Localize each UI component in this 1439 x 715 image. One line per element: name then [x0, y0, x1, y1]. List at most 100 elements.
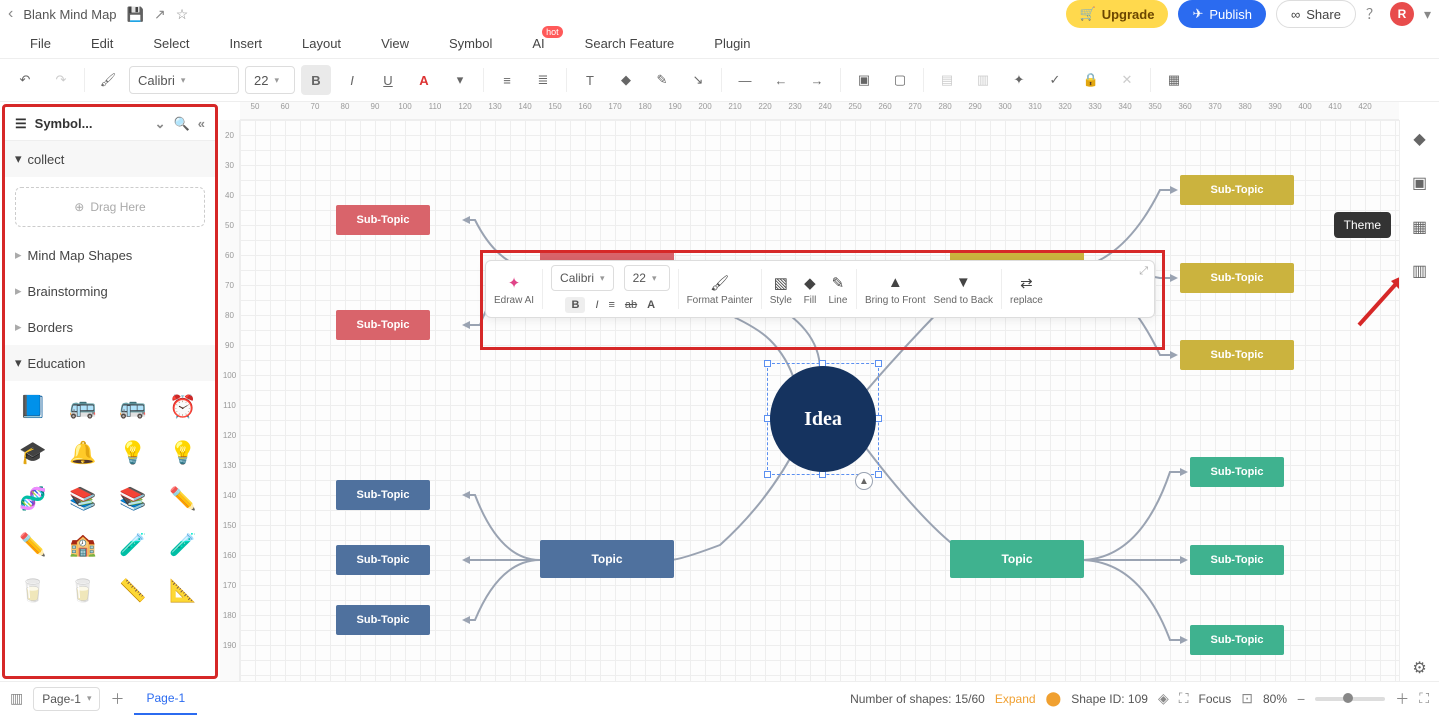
mini-replace[interactable]: ⇄ replace [1010, 265, 1043, 313]
edu-icon[interactable]: 🧪 [115, 527, 151, 563]
mini-bold-button[interactable]: B [565, 297, 585, 313]
edu-icon[interactable]: 🧬 [15, 481, 51, 517]
edu-icon[interactable]: 🎓 [15, 435, 51, 471]
group-icon[interactable]: ▢ [885, 65, 915, 95]
zoom-slider[interactable] [1315, 697, 1385, 701]
mini-format-painter[interactable]: 🖌 Format Painter [687, 265, 753, 313]
section-brainstorming[interactable]: ▸Brainstorming [5, 273, 215, 309]
line-style-icon[interactable]: — [730, 65, 760, 95]
page-setup-icon[interactable]: ▦ [1159, 65, 1189, 95]
help-icon[interactable]: ？ [1366, 4, 1380, 24]
subtopic-node[interactable]: Sub-Topic [1180, 175, 1294, 205]
topic-node[interactable]: Topic [540, 540, 674, 578]
upgrade-button[interactable]: 🛒 Upgrade [1066, 0, 1169, 28]
mini-align-button[interactable]: ≡ [609, 299, 615, 311]
connector-icon[interactable]: ↘ [683, 65, 713, 95]
format-painter-icon[interactable]: 🖌 [93, 65, 123, 95]
drag-here-area[interactable]: ⊕Drag Here [15, 187, 205, 227]
menu-search-feature[interactable]: Search Feature [585, 36, 675, 51]
edu-icon[interactable]: 🥛 [65, 573, 101, 609]
section-education[interactable]: ▾Education [5, 345, 215, 381]
sidebar-expand-icon[interactable]: ⌄ [155, 116, 166, 132]
undo-icon[interactable]: ↶ [10, 65, 40, 95]
align-icon[interactable]: ▤ [932, 65, 962, 95]
subtopic-node[interactable]: Sub-Topic [336, 545, 430, 575]
menu-file[interactable]: File [30, 36, 51, 51]
subtopic-node[interactable]: Sub-Topic [336, 310, 430, 340]
menu-plugin[interactable]: Plugin [714, 36, 750, 51]
edraw-ai-button[interactable]: ✦ Edraw AI [494, 265, 534, 313]
avatar-menu-icon[interactable]: ▾ [1424, 6, 1431, 23]
subtopic-node[interactable]: Sub-Topic [1190, 457, 1284, 487]
warning-icon[interactable]: ⬤ [1046, 690, 1062, 707]
line-spacing-icon[interactable]: ≣ [528, 65, 558, 95]
edu-icon[interactable]: 📏 [115, 573, 151, 609]
focus-label[interactable]: Focus [1199, 692, 1232, 706]
edu-icon[interactable]: 🏫 [65, 527, 101, 563]
underline-button[interactable]: U [373, 65, 403, 95]
focus-icon[interactable]: ⛶ [1179, 690, 1189, 707]
font-color-button[interactable]: A [409, 65, 439, 95]
edu-icon[interactable]: 💡 [165, 435, 201, 471]
font-select[interactable]: Calibri▾ [129, 66, 239, 94]
canvas[interactable]: Topic Sub-Topic Sub-Topic Topic Topic Su… [240, 120, 1399, 681]
text-box-icon[interactable]: T [575, 65, 605, 95]
edu-icon[interactable]: 🥛 [15, 573, 51, 609]
subtopic-node[interactable]: Sub-Topic [336, 480, 430, 510]
edu-icon[interactable]: 📐 [165, 573, 201, 609]
back-icon[interactable]: ‹ [8, 5, 13, 23]
edu-icon[interactable]: ✏️ [15, 527, 51, 563]
edu-icon[interactable]: 📚 [65, 481, 101, 517]
save-icon[interactable]: 💾 [127, 6, 144, 23]
avatar[interactable]: R [1390, 2, 1414, 26]
fill-panel-icon[interactable]: ◆ [1407, 126, 1433, 152]
section-borders[interactable]: ▸Borders [5, 309, 215, 345]
mini-strikethrough-button[interactable]: ab [625, 299, 637, 311]
page-tab[interactable]: Page-1 [134, 682, 197, 715]
subtopic-node[interactable]: Sub-Topic [1180, 263, 1294, 293]
menu-view[interactable]: View [381, 36, 409, 51]
edu-icon[interactable]: 🔔 [65, 435, 101, 471]
zoom-fit-icon[interactable]: ⊡ [1241, 690, 1253, 707]
edu-icon[interactable]: 💡 [115, 435, 151, 471]
add-page-icon[interactable]: ＋ [110, 689, 124, 709]
section-collect[interactable]: ▾collect [5, 141, 215, 177]
check-icon[interactable]: ✓ [1040, 65, 1070, 95]
lock-icon[interactable]: 🔒 [1076, 65, 1106, 95]
mini-fill[interactable]: ◆ Fill [800, 265, 820, 313]
pages-icon[interactable]: ▥ [10, 690, 23, 707]
extra-panel-icon[interactable]: ▥ [1407, 258, 1433, 284]
font-size-select[interactable]: 22▾ [245, 66, 295, 94]
mini-style[interactable]: ▧ Style [770, 265, 792, 313]
distribute-icon[interactable]: ▥ [968, 65, 998, 95]
mini-font-color-button[interactable]: A [647, 299, 655, 311]
pin-icon[interactable]: ⤢ [1139, 265, 1148, 278]
star-icon[interactable]: ☆ [176, 6, 189, 23]
mini-send-back[interactable]: ▼ Send to Back [934, 265, 993, 313]
theme-panel-icon[interactable]: ▦ [1407, 214, 1433, 240]
bold-button[interactable]: B [301, 65, 331, 95]
redo-icon[interactable]: ↷ [46, 65, 76, 95]
layers-icon[interactable]: ◈ [1158, 690, 1169, 707]
subtopic-node[interactable]: Sub-Topic [336, 205, 430, 235]
more-text-icon[interactable]: ▾ [445, 65, 475, 95]
shape-panel-icon[interactable]: ▣ [1407, 170, 1433, 196]
line-color-icon[interactable]: ✎ [647, 65, 677, 95]
edu-icon[interactable]: 🚌 [115, 389, 151, 425]
idea-node[interactable]: Idea [770, 366, 876, 472]
sidebar-menu-icon[interactable]: ☰ [15, 116, 27, 132]
arrow-start-icon[interactable]: ← [766, 65, 796, 95]
italic-button[interactable]: I [337, 65, 367, 95]
sidebar-collapse-icon[interactable]: « [198, 116, 205, 131]
menu-symbol[interactable]: Symbol [449, 36, 492, 51]
open-icon[interactable]: ↗ [154, 6, 166, 23]
collapse-toggle-icon[interactable]: ▲ [855, 472, 873, 490]
mini-line[interactable]: ✎ Line [828, 265, 848, 313]
mini-font-select[interactable]: Calibri▾ [551, 265, 614, 291]
mini-bring-front[interactable]: ▲ Bring to Front [865, 265, 926, 313]
menu-edit[interactable]: Edit [91, 36, 113, 51]
publish-button[interactable]: ✈ Publish [1178, 0, 1266, 28]
page-select[interactable]: Page-1▾ [33, 687, 100, 711]
mini-italic-button[interactable]: I [595, 299, 598, 311]
section-mind-map-shapes[interactable]: ▸Mind Map Shapes [5, 237, 215, 273]
